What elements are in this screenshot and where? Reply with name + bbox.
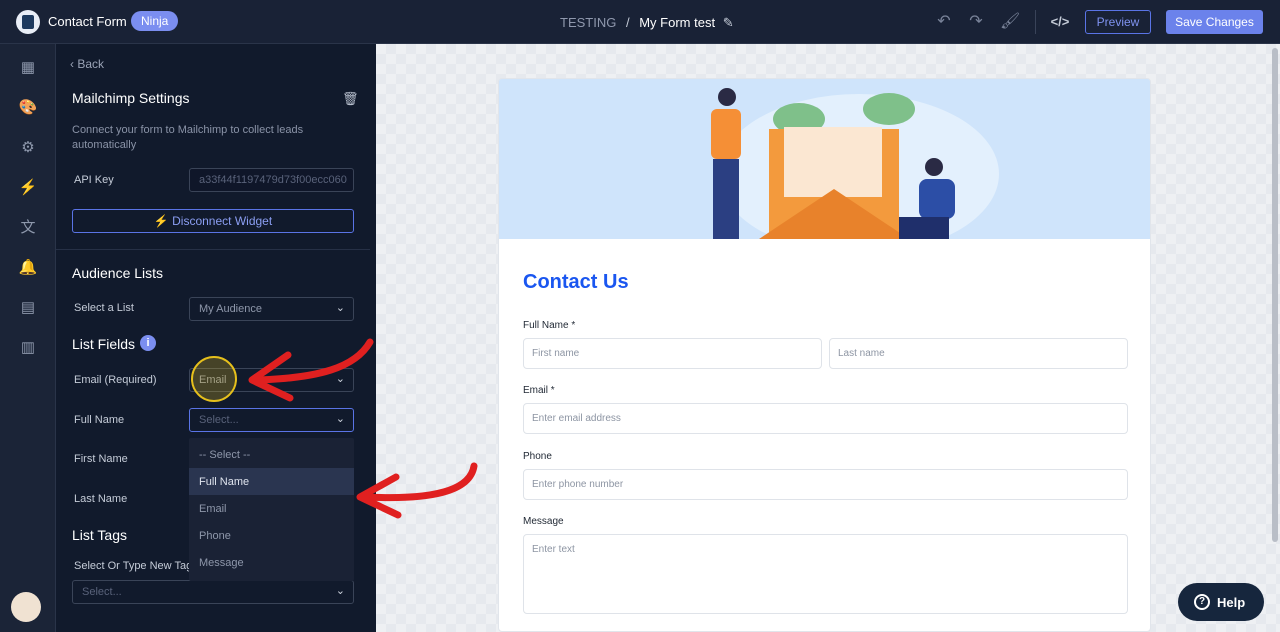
translate-icon[interactable]: 文 [18, 218, 38, 238]
back-label: Back [77, 57, 105, 71]
tags-label: Select Or Type New Tags [74, 560, 198, 572]
full-name-dropdown-menu: -- Select -- Full Name Email Phone Messa… [189, 438, 354, 581]
document-icon[interactable]: ▤ [18, 298, 38, 318]
table-icon[interactable]: ▦ [18, 58, 38, 78]
palette-icon[interactable]: 🎨 [18, 98, 38, 118]
first-name-label: First Name [74, 453, 128, 465]
breadcrumb-separator: / [625, 15, 630, 30]
preview-button[interactable]: Preview [1085, 10, 1151, 34]
back-link[interactable]: ‹ Back [70, 57, 104, 71]
last-name-label: Last Name [74, 493, 128, 505]
paint-roller-icon[interactable]: 🖌 [1000, 12, 1020, 32]
api-key-input[interactable]: a33f44f1197479d73f00ecc060 [189, 168, 354, 192]
phone-input[interactable]: Enter phone number [523, 469, 1128, 500]
breadcrumb: TESTING / My Form test ✎ [560, 15, 734, 31]
last-name-input[interactable]: Last name [829, 338, 1128, 369]
dropdown-option[interactable]: -- Select -- [189, 441, 354, 468]
message-field-label: Message [523, 516, 564, 527]
full-name-select-placeholder: Select... [199, 414, 239, 426]
list-fields-heading: List Fields [72, 336, 136, 352]
bar-chart-icon[interactable]: ▥ [18, 338, 38, 358]
disconnect-label: Disconnect Widget [172, 214, 273, 228]
email-field-label: Email * [523, 385, 555, 396]
chevron-down-icon: ⌄ [335, 373, 345, 385]
plug-icon[interactable]: ⚡ [18, 178, 38, 198]
form-title: Contact Us [523, 271, 629, 293]
email-required-label: Email (Required) [74, 374, 157, 386]
tags-select[interactable]: Select... ⌄ [72, 580, 354, 604]
bell-icon[interactable]: 🔔 [18, 258, 38, 278]
chevron-down-icon: ⌄ [335, 302, 345, 314]
email-input[interactable]: Enter email address [523, 403, 1128, 434]
undo-icon[interactable]: ↶ [934, 12, 954, 32]
redo-icon[interactable]: ↷ [966, 12, 986, 32]
message-textarea[interactable]: Enter text [523, 534, 1128, 614]
code-icon[interactable]: </> [1050, 12, 1070, 32]
audience-select-value: My Audience [199, 303, 262, 315]
audience-select[interactable]: My Audience ⌄ [189, 297, 354, 321]
toolbar-divider [1035, 10, 1036, 34]
phone-field-label: Phone [523, 451, 552, 462]
info-icon[interactable]: i [140, 335, 156, 351]
panel-title: Mailchimp Settings [72, 90, 190, 106]
dropdown-option[interactable]: Phone [189, 522, 354, 549]
form-name[interactable]: My Form test [639, 15, 715, 30]
trash-icon[interactable]: 🗑 [342, 91, 359, 107]
panel-description: Connect your form to Mailchimp to collec… [72, 124, 304, 151]
disconnect-widget-button[interactable]: ⚡ Disconnect Widget [72, 209, 354, 233]
list-tags-heading: List Tags [72, 527, 127, 543]
full-name-label: Full Name [74, 414, 125, 426]
select-list-label: Select a List [74, 302, 134, 314]
form-preview: Contact Us Full Name * First name Last n… [498, 78, 1151, 632]
app-logo[interactable] [16, 10, 40, 34]
hero-illustration [499, 79, 1150, 239]
plug-icon: ⚡ [153, 214, 169, 228]
full-name-select[interactable]: Select... ⌄ [189, 408, 354, 432]
save-changes-button[interactable]: Save Changes [1166, 10, 1263, 34]
dropdown-option[interactable]: Email [189, 495, 354, 522]
chevron-down-icon: ⌄ [335, 413, 345, 425]
canvas-scrollbar[interactable] [1272, 48, 1278, 542]
gear-icon[interactable]: ⚙ [18, 138, 38, 158]
api-key-label: API Key [74, 174, 114, 186]
app-title: Contact Form [48, 14, 127, 29]
question-icon: ? [1194, 594, 1210, 610]
avatar[interactable] [11, 592, 41, 622]
help-button[interactable]: ? Help [1178, 583, 1264, 621]
first-name-input[interactable]: First name [523, 338, 822, 369]
help-label: Help [1217, 594, 1246, 610]
highlight-circle [191, 356, 237, 402]
section-divider [56, 249, 370, 250]
settings-panel: ‹ Back Mailchimp Settings 🗑 Connect your… [56, 44, 376, 632]
dropdown-option-selected[interactable]: Full Name [189, 468, 354, 495]
icon-rail: ▦ 🎨 ⚙ ⚡ 文 🔔 ▤ ▥ [0, 44, 56, 632]
top-bar: Contact Form Ninja TESTING / My Form tes… [0, 0, 1280, 44]
chevron-down-icon: ⌄ [335, 585, 345, 597]
ninja-badge: Ninja [131, 11, 179, 31]
tags-select-placeholder: Select... [82, 586, 122, 598]
dropdown-option[interactable]: Message [189, 549, 354, 576]
full-name-field-label: Full Name * [523, 320, 576, 331]
edit-pencil-icon[interactable]: ✎ [723, 15, 734, 30]
breadcrumb-parent[interactable]: TESTING [560, 15, 616, 30]
audience-heading: Audience Lists [72, 265, 164, 281]
